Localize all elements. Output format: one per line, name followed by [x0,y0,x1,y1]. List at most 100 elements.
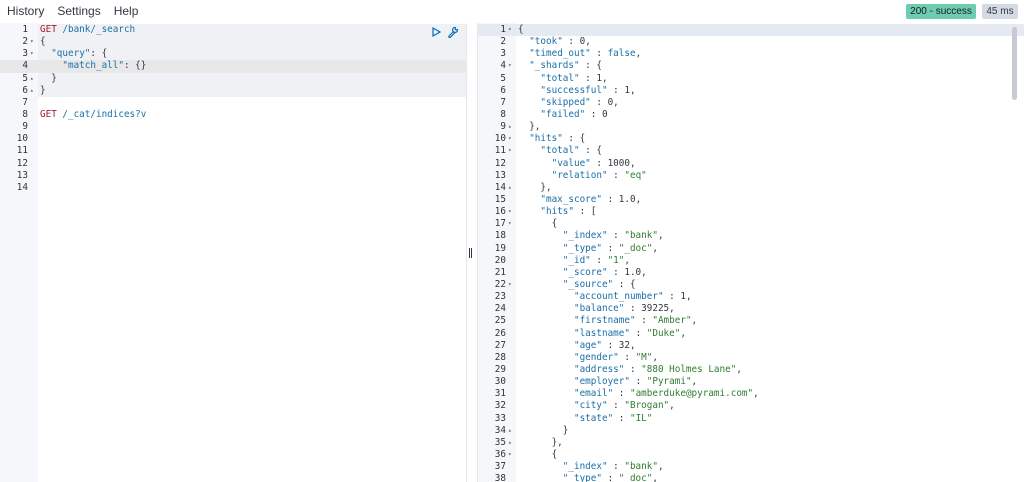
request-line[interactable]: 3 ▾ "query": { [0,48,466,60]
request-line[interactable]: 5 ▴ } [0,73,466,85]
response-line[interactable]: 12 "value" : 1000, [478,158,1024,170]
token-punc: : [562,36,580,48]
response-line[interactable]: 23 "account_number" : 1, [478,291,1024,303]
line-number: 31 [494,388,506,400]
menu-history[interactable]: History [0,0,50,22]
response-line[interactable]: 19 "_type" : "_doc", [478,243,1024,255]
fold-close-icon[interactable]: ▴ [30,73,38,85]
token-str: "IL" [629,412,653,424]
fold-close-icon[interactable]: ▴ [30,85,38,97]
request-line[interactable]: 12 [0,158,466,170]
response-scrollbar[interactable] [1012,27,1017,100]
menu-settings[interactable]: Settings [50,0,106,22]
response-line[interactable]: 15 "max_score" : 1.0, [478,194,1024,206]
response-line[interactable]: 37 "_index" : "bank", [478,461,1024,473]
response-line[interactable]: 35 ▴ }, [478,437,1024,449]
response-line[interactable]: 1 ▾{ [478,24,1024,37]
fold-open-icon[interactable]: ▾ [508,24,516,36]
response-line[interactable]: 20 "_id" : "1", [478,255,1024,267]
fold-open-icon[interactable]: ▾ [508,449,516,461]
request-line[interactable]: 13 [0,170,466,182]
response-line[interactable]: 36 ▾ { [478,449,1024,461]
fold-open-icon[interactable]: ▾ [508,145,516,157]
response-line[interactable]: 25 "firstname" : "Amber", [478,315,1024,327]
request-line[interactable]: 2 ▾{ [0,36,466,48]
response-line[interactable]: 9 ▴ }, [478,121,1024,133]
menu-help[interactable]: Help [107,0,145,22]
response-line[interactable]: 34 ▴ } [478,425,1024,437]
fold-close-icon[interactable]: ▴ [508,182,516,194]
fold-open-icon[interactable]: ▾ [508,218,516,230]
response-line[interactable]: 21 "_score" : 1.0, [478,267,1024,279]
response-viewer[interactable]: 1 ▾{2 "took" : 0, 3 "timed_out" : false, 4 ▾… [478,23,1024,482]
code-text: } [518,425,569,437]
request-line[interactable]: 6 ▴} [0,85,466,97]
response-line[interactable]: 30 "employer" : "Pyrami", [478,376,1024,388]
play-icon[interactable] [430,25,442,38]
response-line[interactable]: 29 "address" : "880 Holmes Lane", [478,364,1024,376]
request-line[interactable]: 8 GET /_cat/indices?v [0,109,466,121]
request-line[interactable]: 1 GET /bank/_search [0,24,466,36]
token-bool: false [607,48,636,60]
token-punc: : [607,266,625,278]
response-line[interactable]: 26 "lastname" : "Duke", [478,328,1024,340]
token-str: "Amber" [652,315,692,327]
fold-open-icon[interactable]: ▾ [508,206,516,218]
fold-open-icon[interactable]: ▾ [508,279,516,291]
response-line[interactable]: 28 "gender" : "M", [478,352,1024,364]
token-num: 39225 [641,303,670,315]
line-number: 14 [16,181,28,193]
response-line[interactable]: 4 ▾ "_shards" : { [478,60,1024,72]
response-line[interactable]: 13 "relation" : "eq" [478,170,1024,182]
response-line[interactable]: 38 "_type" : "_doc", [478,473,1024,482]
token-key: "hits" [540,206,574,218]
code-text: "lastname" : "Duke", [518,328,686,340]
token-punc: , [753,388,759,400]
response-line[interactable]: 16 ▾ "hits" : [ [478,206,1024,218]
token-punc: : [613,388,630,400]
request-line[interactable]: 11 [0,145,466,157]
response-line[interactable]: 14 ▴ }, [478,182,1024,194]
fold-close-icon[interactable]: ▴ [508,425,516,437]
code-text: "timed_out" : false, [518,48,641,60]
token-punc: : [601,242,619,254]
request-line[interactable]: 9 [0,121,466,133]
fold-open-icon[interactable]: ▾ [30,36,38,48]
response-line[interactable]: 27 "age" : 32, [478,340,1024,352]
request-line[interactable]: 14 [0,182,466,194]
token-punc [518,328,574,339]
response-line[interactable]: 6 "successful" : 1, [478,85,1024,97]
response-line[interactable]: 10 ▾ "hits" : { [478,133,1024,145]
line-number: 13 [494,169,506,181]
code-text: "match_all": {} [40,60,146,72]
response-line[interactable]: 2 "took" : 0, [478,36,1024,48]
pane-resize-handle[interactable] [469,245,474,259]
line-number: 5 [22,72,28,84]
response-line[interactable]: 18 "_index" : "bank", [478,230,1024,242]
request-line[interactable]: 4 "match_all": {} [0,60,466,73]
token-punc: }, [518,436,563,448]
response-line[interactable]: 3 "timed_out" : false, [478,48,1024,60]
response-line[interactable]: 17 ▾ { [478,218,1024,230]
token-key: "match_all" [62,60,124,72]
fold-close-icon[interactable]: ▴ [508,437,516,449]
fold-open-icon[interactable]: ▾ [30,48,38,60]
wrench-icon[interactable] [447,25,459,39]
request-line[interactable]: 7 [0,97,466,109]
response-line[interactable]: 8 "failed" : 0 [478,109,1024,121]
token-str: "M" [635,351,653,363]
response-line[interactable]: 31 "email" : "amberduke@pyrami.com", [478,388,1024,400]
fold-close-icon[interactable]: ▴ [508,121,516,133]
fold-open-icon[interactable]: ▾ [508,133,516,145]
response-line[interactable]: 24 "balance" : 39225, [478,303,1024,315]
fold-open-icon[interactable]: ▾ [508,60,516,72]
response-line[interactable]: 5 "total" : 1, [478,73,1024,85]
response-line[interactable]: 32 "city" : "Brogan", [478,400,1024,412]
request-editor[interactable]: 1 GET /bank/_search 2 ▾{3 ▾ "query": {4 "mat… [0,23,466,482]
response-line[interactable]: 33 "state" : "IL" [478,413,1024,425]
response-line[interactable]: 7 "skipped" : 0, [478,97,1024,109]
response-line[interactable]: 22 ▾ "_source" : { [478,279,1024,291]
request-line[interactable]: 10 [0,133,466,145]
token-punc: { [518,218,558,230]
response-line[interactable]: 11 ▾ "total" : { [478,145,1024,157]
